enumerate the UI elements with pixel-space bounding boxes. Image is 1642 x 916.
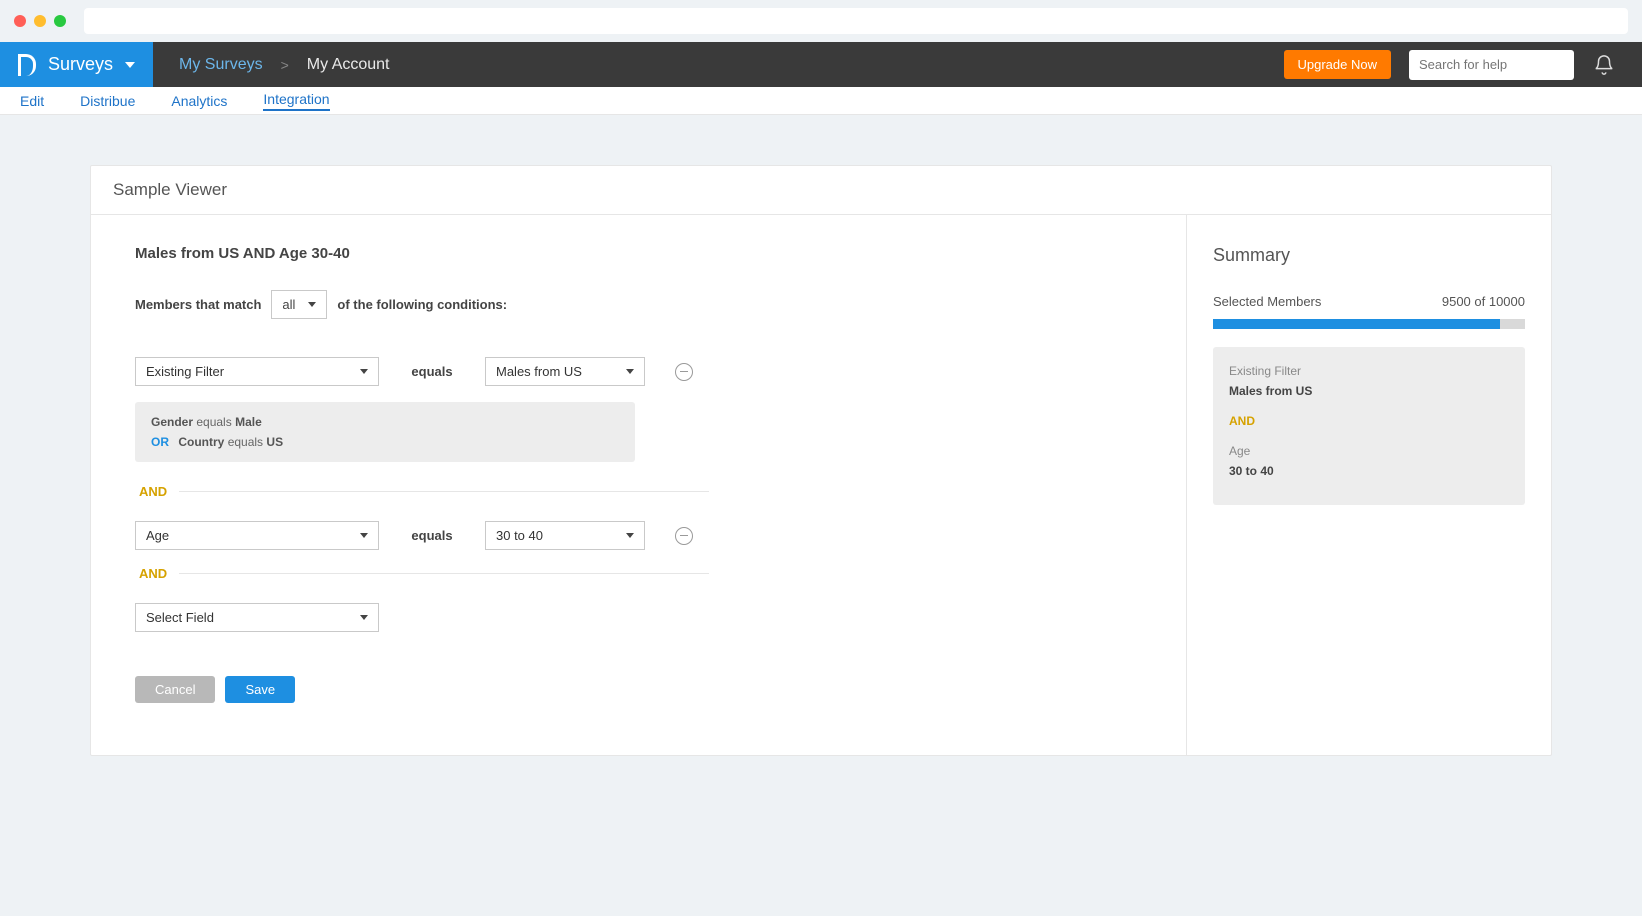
summary-title: Summary bbox=[1213, 245, 1525, 266]
breadcrumb: My Surveys > My Account bbox=[153, 42, 389, 87]
condition-2-field-value: Age bbox=[146, 528, 169, 543]
detail-country-label: Country bbox=[178, 435, 224, 449]
main-nav: Surveys My Surveys > My Account Upgrade … bbox=[0, 42, 1642, 87]
condition-2-field-select[interactable]: Age bbox=[135, 521, 379, 550]
detail-country-op: equals bbox=[228, 435, 263, 449]
url-bar[interactable] bbox=[84, 8, 1628, 34]
help-search-input[interactable] bbox=[1409, 50, 1574, 80]
and-divider-1: AND bbox=[139, 484, 1142, 499]
and-divider-2: AND bbox=[139, 566, 1142, 581]
action-buttons: Cancel Save bbox=[135, 676, 1142, 703]
chevron-down-icon bbox=[626, 369, 634, 374]
subnav-analytics[interactable]: Analytics bbox=[171, 93, 227, 109]
subnav-edit[interactable]: Edit bbox=[20, 93, 44, 109]
summary-filter-2-value: 30 to 40 bbox=[1229, 461, 1509, 481]
condition-2-value-select[interactable]: 30 to 40 bbox=[485, 521, 645, 550]
minus-icon bbox=[680, 535, 688, 537]
chevron-down-icon bbox=[360, 615, 368, 620]
filter-title: Males from US AND Age 30-40 bbox=[135, 245, 1142, 262]
workspace: Sample Viewer Males from US AND Age 30-4… bbox=[0, 115, 1642, 806]
notifications-icon[interactable] bbox=[1592, 53, 1616, 77]
condition-1-operator: equals bbox=[409, 364, 455, 379]
detail-or: OR bbox=[151, 435, 169, 449]
condition-row-2: Age equals 30 to 40 bbox=[135, 521, 1142, 550]
chevron-down-icon bbox=[125, 62, 135, 68]
remove-condition-2-button[interactable] bbox=[675, 527, 693, 545]
selected-members-value: 9500 of 10000 bbox=[1442, 294, 1525, 309]
breadcrumb-link[interactable]: My Surveys bbox=[179, 56, 263, 74]
summary-filter-1-label: Existing Filter bbox=[1229, 364, 1301, 378]
condition-3-field-select[interactable]: Select Field bbox=[135, 603, 379, 632]
detail-gender-op: equals bbox=[196, 415, 231, 429]
summary-pane: Summary Selected Members 9500 of 10000 E… bbox=[1186, 215, 1551, 755]
selected-members-label: Selected Members bbox=[1213, 294, 1321, 309]
breadcrumb-separator: > bbox=[281, 57, 289, 73]
progress-fill bbox=[1213, 319, 1500, 329]
detail-gender-label: Gender bbox=[151, 415, 193, 429]
card-title: Sample Viewer bbox=[91, 166, 1551, 215]
selected-members-progress bbox=[1213, 319, 1525, 329]
brand-dropdown[interactable]: Surveys bbox=[0, 42, 153, 87]
condition-1-field-select[interactable]: Existing Filter bbox=[135, 357, 379, 386]
traffic-lights bbox=[14, 15, 66, 27]
detail-country-value: US bbox=[266, 435, 283, 449]
chevron-down-icon bbox=[360, 369, 368, 374]
upgrade-button[interactable]: Upgrade Now bbox=[1284, 50, 1392, 79]
subnav-distribute[interactable]: Distribue bbox=[80, 93, 135, 109]
chevron-down-icon bbox=[360, 533, 368, 538]
chevron-down-icon bbox=[626, 533, 634, 538]
logo-icon bbox=[18, 54, 36, 76]
and-label: AND bbox=[139, 484, 167, 499]
match-mode-value: all bbox=[282, 297, 295, 312]
match-suffix: of the following conditions: bbox=[337, 297, 507, 312]
summary-and: AND bbox=[1229, 411, 1509, 431]
breadcrumb-current: My Account bbox=[307, 56, 390, 74]
summary-filter-2-label: Age bbox=[1229, 444, 1250, 458]
close-window-icon[interactable] bbox=[14, 15, 26, 27]
match-prefix: Members that match bbox=[135, 297, 261, 312]
remove-condition-1-button[interactable] bbox=[675, 363, 693, 381]
match-row: Members that match all of the following … bbox=[135, 290, 1142, 319]
selected-members-row: Selected Members 9500 of 10000 bbox=[1213, 294, 1525, 309]
window-chrome bbox=[0, 0, 1642, 42]
maximize-window-icon[interactable] bbox=[54, 15, 66, 27]
summary-filter-1-value: Males from US bbox=[1229, 381, 1509, 401]
and-label: AND bbox=[139, 566, 167, 581]
nav-right: Upgrade Now bbox=[1284, 42, 1642, 87]
condition-1-value: Males from US bbox=[496, 364, 582, 379]
minimize-window-icon[interactable] bbox=[34, 15, 46, 27]
sub-nav: Edit Distribue Analytics Integration bbox=[0, 87, 1642, 115]
condition-2-operator: equals bbox=[409, 528, 455, 543]
condition-row-1: Existing Filter equals Males from US bbox=[135, 357, 1142, 386]
sample-viewer-card: Sample Viewer Males from US AND Age 30-4… bbox=[90, 165, 1552, 756]
condition-1-value-select[interactable]: Males from US bbox=[485, 357, 645, 386]
cancel-button[interactable]: Cancel bbox=[135, 676, 215, 703]
condition-1-detail: Gender equals Male OR Country equals US bbox=[135, 402, 635, 462]
chevron-down-icon bbox=[308, 302, 316, 307]
summary-box: Existing Filter Males from US AND Age 30… bbox=[1213, 347, 1525, 505]
filter-builder: Males from US AND Age 30-40 Members that… bbox=[91, 215, 1186, 755]
condition-3-field-value: Select Field bbox=[146, 610, 214, 625]
detail-gender-value: Male bbox=[235, 415, 262, 429]
condition-2-value: 30 to 40 bbox=[496, 528, 543, 543]
match-mode-select[interactable]: all bbox=[271, 290, 327, 319]
condition-1-field-value: Existing Filter bbox=[146, 364, 224, 379]
condition-row-3: Select Field bbox=[135, 603, 1142, 632]
minus-icon bbox=[680, 371, 688, 373]
subnav-integration[interactable]: Integration bbox=[263, 91, 329, 111]
brand-label: Surveys bbox=[48, 54, 113, 75]
save-button[interactable]: Save bbox=[225, 676, 295, 703]
